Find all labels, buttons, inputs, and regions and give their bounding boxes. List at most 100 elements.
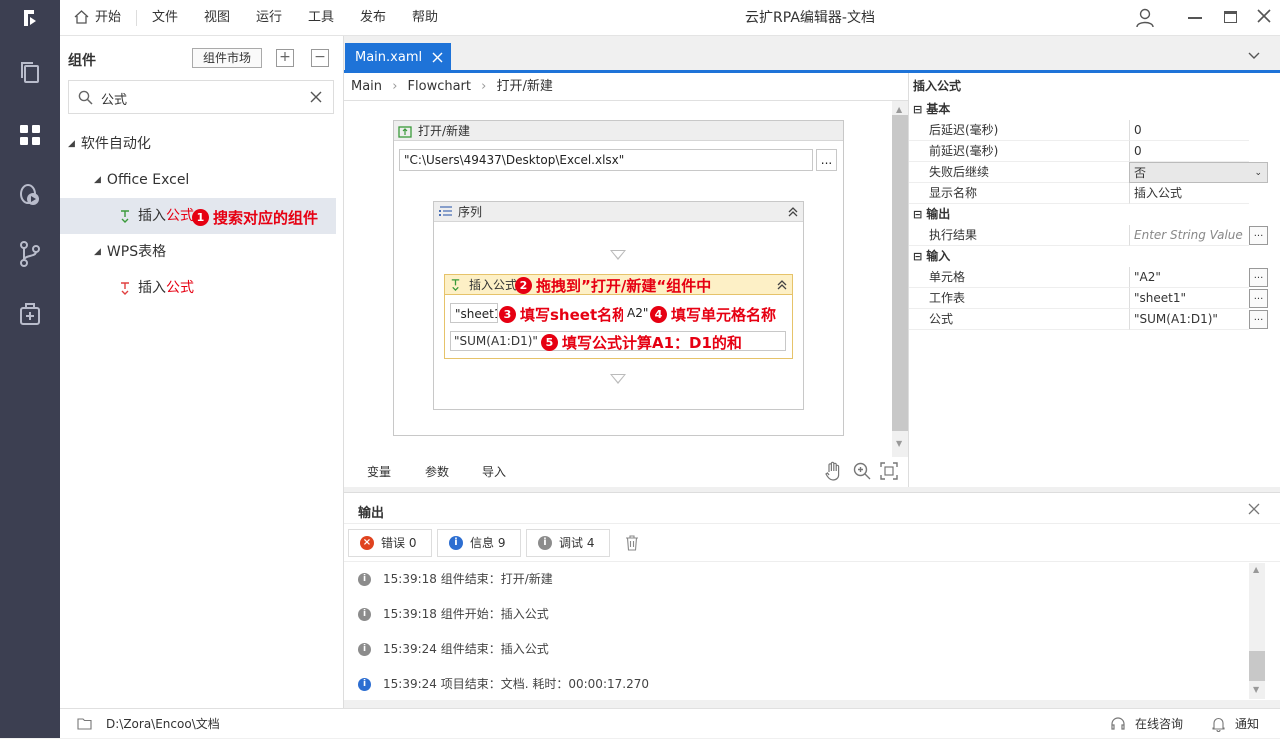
breadcrumb-current[interactable]: 打开/新建	[497, 79, 553, 94]
menu-help[interactable]: 帮助	[412, 0, 438, 36]
collapse-icon[interactable]	[776, 279, 788, 291]
log-entry: i 15:39:18 组件开始：插入公式	[358, 604, 549, 624]
editor-footer: 变量 参数 导入	[344, 457, 908, 487]
panel-title: 组件	[68, 53, 96, 69]
filter-info-button[interactable]: i 信息 9	[437, 529, 521, 557]
tab-label: Main.xaml	[355, 50, 423, 65]
maximize-icon[interactable]	[1224, 11, 1237, 23]
display-name-input[interactable]: 插入公式	[1129, 183, 1249, 204]
user-icon[interactable]	[1136, 8, 1154, 32]
clear-log-icon[interactable]	[625, 535, 639, 551]
files-icon[interactable]	[0, 48, 60, 96]
formula-icon	[121, 282, 129, 295]
minimize-icon[interactable]	[1188, 17, 1202, 19]
close-icon[interactable]	[1256, 8, 1272, 28]
result-browse-button[interactable]: ...	[1249, 226, 1268, 245]
debug-icon: i	[538, 536, 552, 550]
cell-prop-input[interactable]: "A2"	[1129, 267, 1249, 288]
activity-open-new-header: 打开/新建	[394, 121, 843, 141]
prop-delay-after: 后延迟(毫秒) 0	[909, 120, 1269, 141]
path-input[interactable]: "C:\Users\49437\Desktop\Excel.xlsx"	[399, 149, 813, 171]
debug-run-icon[interactable]	[0, 170, 60, 218]
activity-sequence[interactable]: 序列 插入公式 2拖拽到”打开/新建“组件中 "sheet1" 3填写sheet…	[433, 201, 804, 410]
prop-cell: 单元格 "A2"...	[909, 267, 1269, 288]
menu-file[interactable]: 文件	[152, 0, 178, 36]
menu-view[interactable]: 视图	[204, 0, 230, 36]
component-market-button[interactable]: 组件市场	[192, 48, 262, 68]
breadcrumb-main[interactable]: Main	[351, 79, 382, 94]
tree-item-wps-insert-formula[interactable]: 插入公式	[60, 270, 336, 306]
variables-tab[interactable]: 变量	[367, 463, 391, 480]
menu-tools[interactable]: 工具	[308, 0, 334, 36]
activity-insert-formula[interactable]: 插入公式 2拖拽到”打开/新建“组件中 "sheet1" 3填写sheet名称 …	[444, 274, 793, 359]
breadcrumb-flowchart[interactable]: Flowchart	[408, 79, 471, 94]
filter-errors-button[interactable]: × 错误 0	[348, 529, 432, 557]
collapse-all-icon[interactable]: −	[311, 49, 329, 67]
delay-after-input[interactable]: 0	[1129, 120, 1249, 141]
tree-item-label: 插入公式	[138, 280, 194, 296]
annotation-4: 4 填写单元格名称	[650, 304, 776, 325]
expand-all-icon[interactable]: +	[276, 49, 294, 67]
tree-office-excel[interactable]: ◢ Office Excel	[94, 162, 189, 198]
drop-target-icon	[610, 250, 626, 260]
tab-main-xaml[interactable]: Main.xaml	[345, 43, 451, 72]
tab-close-icon[interactable]	[432, 52, 443, 63]
chevron-down-icon[interactable]	[1248, 52, 1260, 60]
notification-link[interactable]: 通知	[1235, 709, 1259, 739]
tree-item-excel-insert-formula[interactable]: 插入公式 1 搜索对应的组件	[60, 198, 336, 234]
output-close-icon[interactable]	[1248, 503, 1260, 515]
source-control-icon[interactable]	[0, 230, 60, 278]
components-icon[interactable]	[0, 111, 60, 159]
sheet-browse-button[interactable]: ...	[1249, 289, 1268, 308]
delay-before-input[interactable]: 0	[1129, 141, 1249, 162]
formula-icon	[121, 210, 129, 223]
result-input[interactable]: Enter String Value	[1129, 225, 1249, 246]
collapse-icon[interactable]	[787, 206, 799, 218]
sheet-input[interactable]: "sheet1"	[450, 303, 498, 323]
package-icon[interactable]	[0, 290, 60, 338]
search-box[interactable]: 公式	[68, 80, 334, 114]
info-icon: i	[358, 678, 371, 691]
canvas-scroll-thumb[interactable]	[892, 115, 908, 431]
output-scrollbar[interactable]: ▲ ▼	[1249, 563, 1265, 699]
activity-title: 序列	[458, 205, 483, 219]
fit-screen-icon[interactable]	[880, 462, 898, 480]
activity-open-new[interactable]: 打开/新建 "C:\Users\49437\Desktop\Excel.xlsx…	[393, 120, 844, 436]
search-input[interactable]: 公式	[101, 89, 127, 108]
filter-debug-button[interactable]: i 调试 4	[526, 529, 610, 557]
output-scroll-thumb[interactable]	[1249, 651, 1265, 681]
pan-hand-icon[interactable]	[824, 461, 842, 481]
log-entry: i 15:39:18 组件结束：打开/新建	[358, 569, 553, 589]
formula-icon	[451, 279, 460, 291]
tree-software-automation[interactable]: ◢ 软件自动化	[68, 126, 151, 162]
formula-input[interactable]: "SUM(A1:D1)"	[454, 331, 538, 351]
section-basic[interactable]: ⊟ 基本	[909, 99, 1269, 120]
sheet-prop-input[interactable]: "sheet1"	[1129, 288, 1249, 309]
section-output[interactable]: ⊟ 输出	[909, 204, 1269, 225]
section-input[interactable]: ⊟ 输入	[909, 246, 1269, 267]
menu-publish[interactable]: 发布	[360, 0, 386, 36]
design-canvas[interactable]: 打开/新建 "C:\Users\49437\Desktop\Excel.xlsx…	[344, 101, 892, 457]
prop-sheet: 工作表 "sheet1"...	[909, 288, 1269, 309]
online-consult-link[interactable]: 在线咨询	[1135, 709, 1183, 739]
activity-bar	[0, 0, 60, 738]
formula-prop-input[interactable]: "SUM(A1:D1)"	[1129, 309, 1249, 330]
tree-wps[interactable]: ◢ WPS表格	[94, 234, 166, 270]
cell-input[interactable]: A2"	[623, 303, 650, 323]
formula-browse-button[interactable]: ...	[1249, 310, 1268, 329]
browse-button[interactable]: ...	[816, 149, 837, 171]
imports-tab[interactable]: 导入	[482, 463, 506, 480]
clear-search-icon[interactable]	[310, 91, 322, 103]
activity-title: 打开/新建	[418, 124, 471, 138]
continue-select[interactable]: 否 ⌄	[1129, 162, 1268, 183]
cell-browse-button[interactable]: ...	[1249, 268, 1268, 287]
menu-home[interactable]: 开始	[74, 0, 121, 36]
menu-run[interactable]: 运行	[256, 0, 282, 36]
open-file-icon	[398, 126, 412, 138]
info-icon: i	[358, 643, 371, 656]
title-bar: 开始 文件 视图 运行 工具 发布 帮助 云扩RPA编辑器-文档	[60, 0, 1280, 36]
arguments-tab[interactable]: 参数	[425, 463, 449, 480]
search-icon	[78, 90, 93, 105]
zoom-in-icon[interactable]	[853, 462, 871, 480]
canvas-scrollbar[interactable]: ▲ ▼	[892, 101, 908, 457]
